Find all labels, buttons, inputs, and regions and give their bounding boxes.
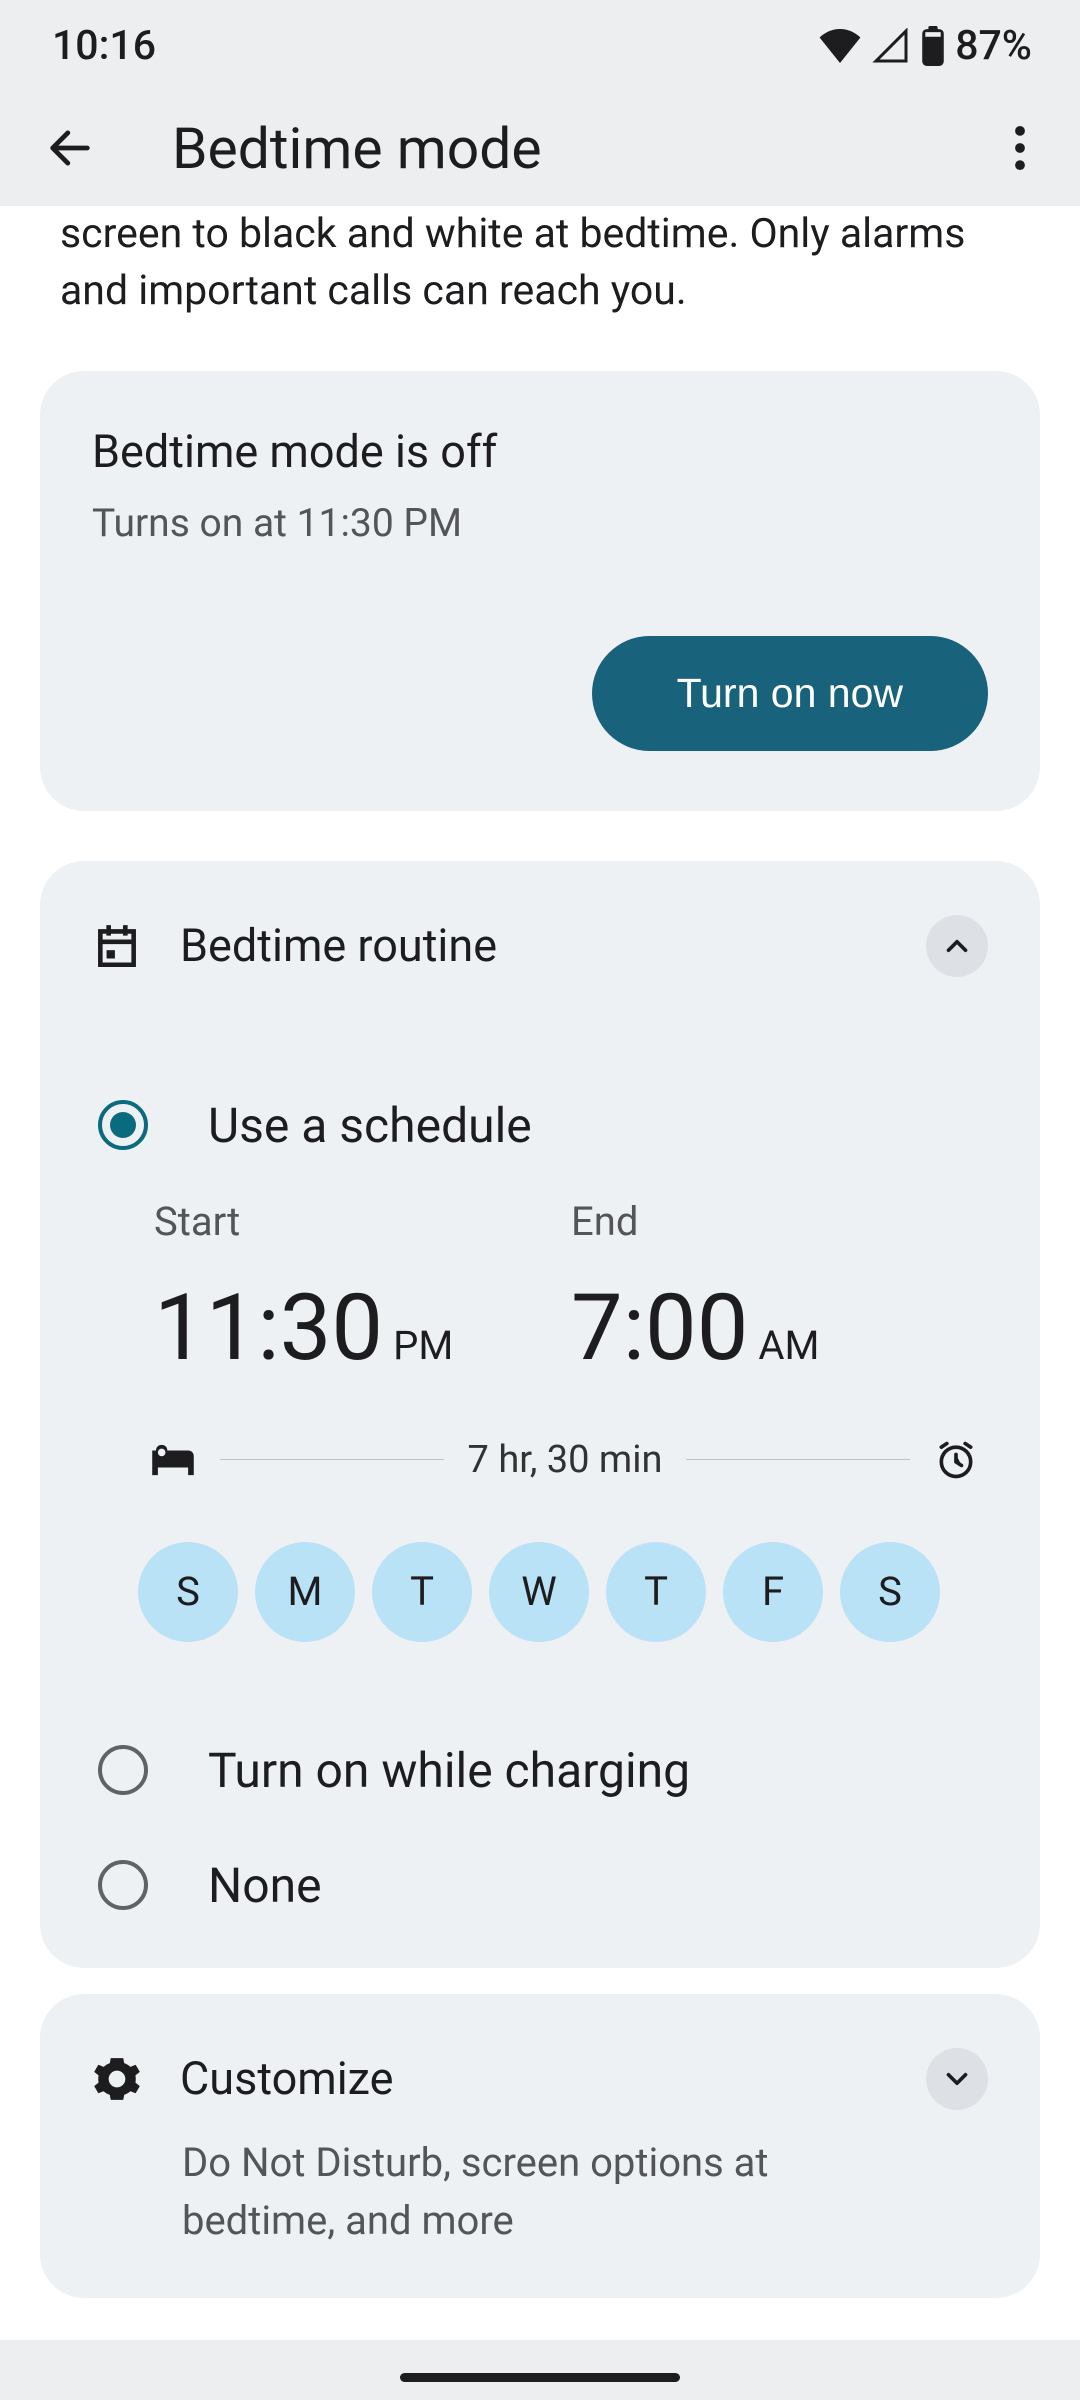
day-thu[interactable]: T bbox=[606, 1542, 706, 1642]
chevron-down-icon bbox=[940, 2062, 974, 2096]
day-sun[interactable]: S bbox=[138, 1542, 238, 1642]
page-title: Bedtime mode bbox=[172, 115, 542, 182]
calendar-icon bbox=[92, 921, 142, 971]
chevron-up-icon bbox=[940, 929, 974, 963]
customize-subtitle: Do Not Disturb, screen options at bedtim… bbox=[92, 2134, 812, 2250]
radio-indicator bbox=[98, 1100, 148, 1150]
end-label: End bbox=[571, 1198, 988, 1245]
start-suffix: PM bbox=[393, 1322, 453, 1369]
radio-label: Use a schedule bbox=[208, 1097, 532, 1154]
back-button[interactable] bbox=[30, 108, 110, 188]
radio-indicator bbox=[98, 1860, 148, 1910]
battery-percent: 87% bbox=[955, 22, 1032, 70]
app-bar: Bedtime mode bbox=[0, 92, 1080, 218]
alarm-icon bbox=[934, 1438, 978, 1482]
days-row: S M T W T F S bbox=[92, 1542, 988, 1642]
duration-row: 7 hr, 30 min bbox=[92, 1438, 988, 1482]
status-card-subtitle: Turns on at 11:30 PM bbox=[92, 500, 988, 546]
customize-card[interactable]: Customize Do Not Disturb, screen options… bbox=[40, 1994, 1040, 2298]
routine-card: Bedtime routine Use a schedule Start 11:… bbox=[40, 861, 1040, 1968]
cell-signal-icon bbox=[871, 28, 911, 64]
day-wed[interactable]: W bbox=[489, 1542, 589, 1642]
expand-button[interactable] bbox=[926, 2048, 988, 2110]
status-time: 10:16 bbox=[52, 22, 156, 70]
arrow-left-icon bbox=[44, 122, 96, 174]
start-label: Start bbox=[154, 1198, 571, 1245]
navigation-handle[interactable] bbox=[400, 2373, 680, 2382]
bed-icon bbox=[150, 1443, 196, 1477]
turn-on-now-button[interactable]: Turn on now bbox=[592, 636, 988, 751]
radio-label: Turn on while charging bbox=[208, 1742, 690, 1799]
kebab-icon bbox=[1015, 126, 1025, 170]
radio-charging[interactable]: Turn on while charging bbox=[92, 1742, 988, 1799]
wifi-icon bbox=[819, 29, 861, 63]
start-time-button[interactable]: 11:30 PM bbox=[154, 1275, 571, 1382]
status-bar: 10:16 87% bbox=[0, 0, 1080, 92]
start-time: 11:30 bbox=[154, 1275, 383, 1382]
end-time: 7:00 bbox=[571, 1275, 748, 1382]
gear-icon bbox=[92, 2054, 142, 2104]
radio-indicator bbox=[98, 1745, 148, 1795]
radio-label: None bbox=[208, 1857, 322, 1914]
status-card-title: Bedtime mode is off bbox=[92, 425, 988, 478]
scroll-content[interactable]: screen to black and white at bedtime. On… bbox=[0, 206, 1080, 2340]
day-mon[interactable]: M bbox=[255, 1542, 355, 1642]
intro-text: screen to black and white at bedtime. On… bbox=[0, 206, 1080, 321]
end-time-button[interactable]: 7:00 AM bbox=[571, 1275, 988, 1382]
status-icons: 87% bbox=[819, 22, 1032, 70]
status-card: Bedtime mode is off Turns on at 11:30 PM… bbox=[40, 371, 1040, 811]
day-sat[interactable]: S bbox=[840, 1542, 940, 1642]
customize-title: Customize bbox=[180, 2052, 394, 2105]
battery-icon bbox=[921, 26, 945, 66]
day-fri[interactable]: F bbox=[723, 1542, 823, 1642]
duration-text: 7 hr, 30 min bbox=[468, 1438, 663, 1482]
collapse-button[interactable] bbox=[926, 915, 988, 977]
radio-none[interactable]: None bbox=[92, 1857, 988, 1914]
end-suffix: AM bbox=[758, 1322, 819, 1369]
routine-title: Bedtime routine bbox=[180, 919, 497, 972]
day-tue[interactable]: T bbox=[372, 1542, 472, 1642]
overflow-menu-button[interactable] bbox=[990, 118, 1050, 178]
radio-use-schedule[interactable]: Use a schedule bbox=[92, 1097, 988, 1154]
